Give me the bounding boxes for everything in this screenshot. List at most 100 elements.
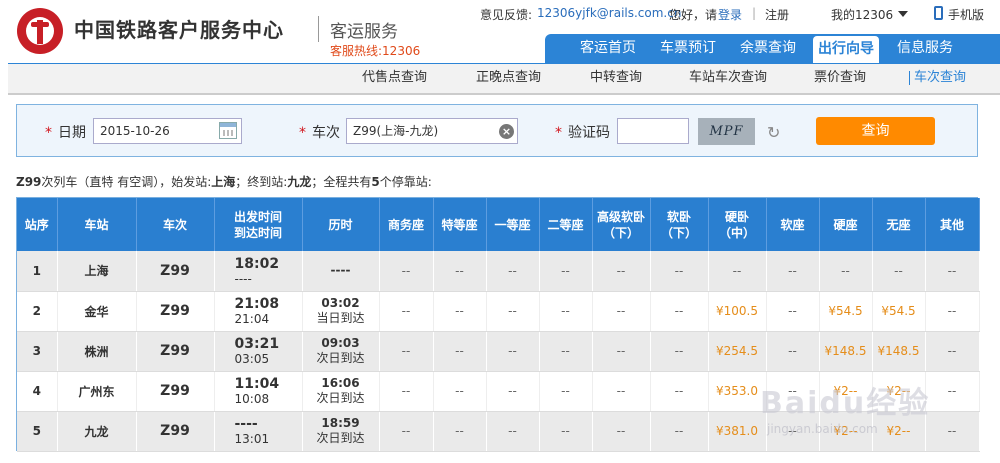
arrival-note: 次日到达 — [316, 391, 365, 405]
train-number: Z99 — [136, 371, 215, 412]
train-number: Z99 — [136, 251, 215, 292]
sub-nav: 代售点查询 正晚点查询 中转查询 车站车次查询 票价查询 车次查询 — [8, 63, 1000, 95]
column-header: 站序 — [17, 198, 58, 251]
seat-price: ¥381.0 — [708, 411, 767, 452]
subnav-item-transfer[interactable]: 中转查询 — [590, 64, 642, 94]
seat-price: -- — [486, 411, 540, 452]
seat-price: -- — [433, 291, 487, 332]
feedback-email-link[interactable]: 12306yjfk@rails.com.cn — [537, 6, 681, 20]
clear-icon[interactable]: × — [499, 124, 514, 139]
subnav-item-agent[interactable]: 代售点查询 — [362, 64, 427, 94]
column-header: 无座 — [872, 198, 926, 251]
query-button[interactable]: 查询 — [816, 117, 935, 145]
column-header: 出发时间 到达时间 — [214, 198, 303, 251]
time-cell: 18:02 ---- — [214, 251, 303, 292]
train-input[interactable]: Z99(上海-九龙) — [346, 118, 518, 144]
time-cell: 11:04 10:08 — [214, 371, 303, 412]
nav-item-booking[interactable]: 车票预订 — [653, 34, 723, 63]
stop-seq: 3 — [17, 331, 58, 372]
seat-price: -- — [592, 251, 651, 292]
duration-cell: 16:06 次日到达 — [302, 371, 380, 412]
seat-price: ¥54.5 — [819, 291, 873, 332]
time-cell: ---- 13:01 — [214, 411, 303, 452]
seat-price: -- — [433, 411, 487, 452]
departure-time: 21:08 — [234, 296, 280, 312]
departure-time: 03:21 — [234, 336, 280, 352]
seat-price: -- — [486, 251, 540, 292]
captcha-image[interactable]: MPF — [698, 118, 755, 145]
time-cell: 21:08 21:04 — [214, 291, 303, 332]
arrival-note: 次日到达 — [316, 431, 365, 445]
duration-cell: 09:03 次日到达 — [302, 331, 380, 372]
station-name: 广州东 — [57, 371, 137, 412]
seat-price: -- — [819, 251, 873, 292]
subnav-item-fare[interactable]: 票价查询 — [814, 64, 866, 94]
greeting-text: 您好，请 — [669, 8, 718, 22]
nav-item-info[interactable]: 信息服务 — [890, 34, 960, 63]
seat-price: -- — [766, 291, 820, 332]
seat-price: -- — [650, 251, 709, 292]
seat-price: -- — [379, 371, 434, 412]
chevron-down-icon[interactable] — [898, 11, 908, 17]
train-summary: Z99次列车（直特 有空调），始发站:上海；终到站:九龙；全程共有5个停靠站: — [16, 175, 432, 189]
seat-price: ¥100.5 — [708, 291, 767, 332]
phone-icon[interactable] — [934, 6, 943, 20]
login-link[interactable]: 登录 — [718, 6, 742, 23]
table-row: 1 上海 Z99 18:02 ---- ---- -- -- -- -- -- -- -- -- -- -- -… — [17, 251, 980, 292]
arrival-time: 13:01 — [234, 432, 270, 446]
mobile-version-link[interactable]: 手机版 — [948, 6, 984, 23]
subnav-item-delay[interactable]: 正晚点查询 — [476, 64, 541, 94]
seat-price: -- — [433, 331, 487, 372]
duration-cell: ---- — [302, 251, 380, 292]
nav-item-travel-guide[interactable]: 出行向导 — [813, 36, 879, 63]
seat-price: -- — [379, 291, 434, 332]
column-header: 商务座 — [379, 198, 434, 251]
seat-price: ¥148.5 — [872, 331, 926, 372]
column-header: 其他 — [925, 198, 980, 251]
arrival-time: 21:04 — [234, 312, 270, 326]
my12306-menu[interactable]: 我的12306 — [831, 6, 893, 23]
table-row: 2 金华 Z99 21:08 21:04 03:02 当日到达 -- -- -- -- -- -- ¥10… — [17, 291, 980, 332]
column-header: 特等座 — [433, 198, 487, 251]
duration: 03:02 — [321, 296, 360, 310]
captcha-input[interactable] — [617, 118, 689, 144]
nav-item-remaining[interactable]: 余票查询 — [733, 34, 803, 63]
seat-price: ¥54.5 — [872, 291, 926, 332]
station-name: 株洲 — [57, 331, 137, 372]
seat-price: -- — [925, 411, 980, 452]
seat-price: -- — [539, 371, 593, 412]
train-number: Z99 — [136, 331, 215, 372]
calendar-icon[interactable] — [219, 122, 237, 139]
subnav-item-station-train[interactable]: 车站车次查询 — [689, 64, 767, 94]
departure-time: ---- — [234, 416, 258, 432]
train-number: Z99 — [136, 291, 215, 332]
nav-item-home[interactable]: 客运首页 — [573, 34, 643, 63]
seat-price: -- — [486, 291, 540, 332]
topbar-divider: | — [752, 6, 757, 20]
station-name: 上海 — [57, 251, 137, 292]
seat-price: -- — [925, 331, 980, 372]
seat-price: -- — [486, 371, 540, 412]
column-header: 硬座 — [819, 198, 873, 251]
seat-price: -- — [650, 291, 709, 332]
main-nav: 客运首页 车票预订 余票查询 出行向导 信息服务 — [545, 34, 1000, 63]
duration: 16:06 — [321, 376, 360, 390]
seat-price: -- — [539, 291, 593, 332]
train-label: * 车次 — [299, 125, 340, 141]
feedback-label: 意见反馈: — [480, 8, 533, 22]
seat-price: -- — [650, 411, 709, 452]
seat-price: ¥353.0 — [708, 371, 767, 412]
refresh-icon[interactable]: ↻ — [767, 123, 780, 142]
duration: 09:03 — [321, 336, 360, 350]
seat-price: -- — [766, 331, 820, 372]
query-bar: * 日期 2015-10-26 * 车次 Z99(上海-九龙) × * 验证码 MPF… — [16, 104, 978, 157]
seat-price: -- — [486, 331, 540, 372]
seat-price: -- — [592, 331, 651, 372]
arrival-time: ---- — [234, 271, 252, 286]
subnav-item-train-query[interactable]: 车次查询 — [908, 64, 966, 94]
register-link[interactable]: 注册 — [765, 6, 789, 23]
seat-price: -- — [650, 371, 709, 412]
train-number: Z99 — [136, 411, 215, 452]
seat-price: -- — [592, 291, 651, 332]
seat-price: -- — [592, 411, 651, 452]
